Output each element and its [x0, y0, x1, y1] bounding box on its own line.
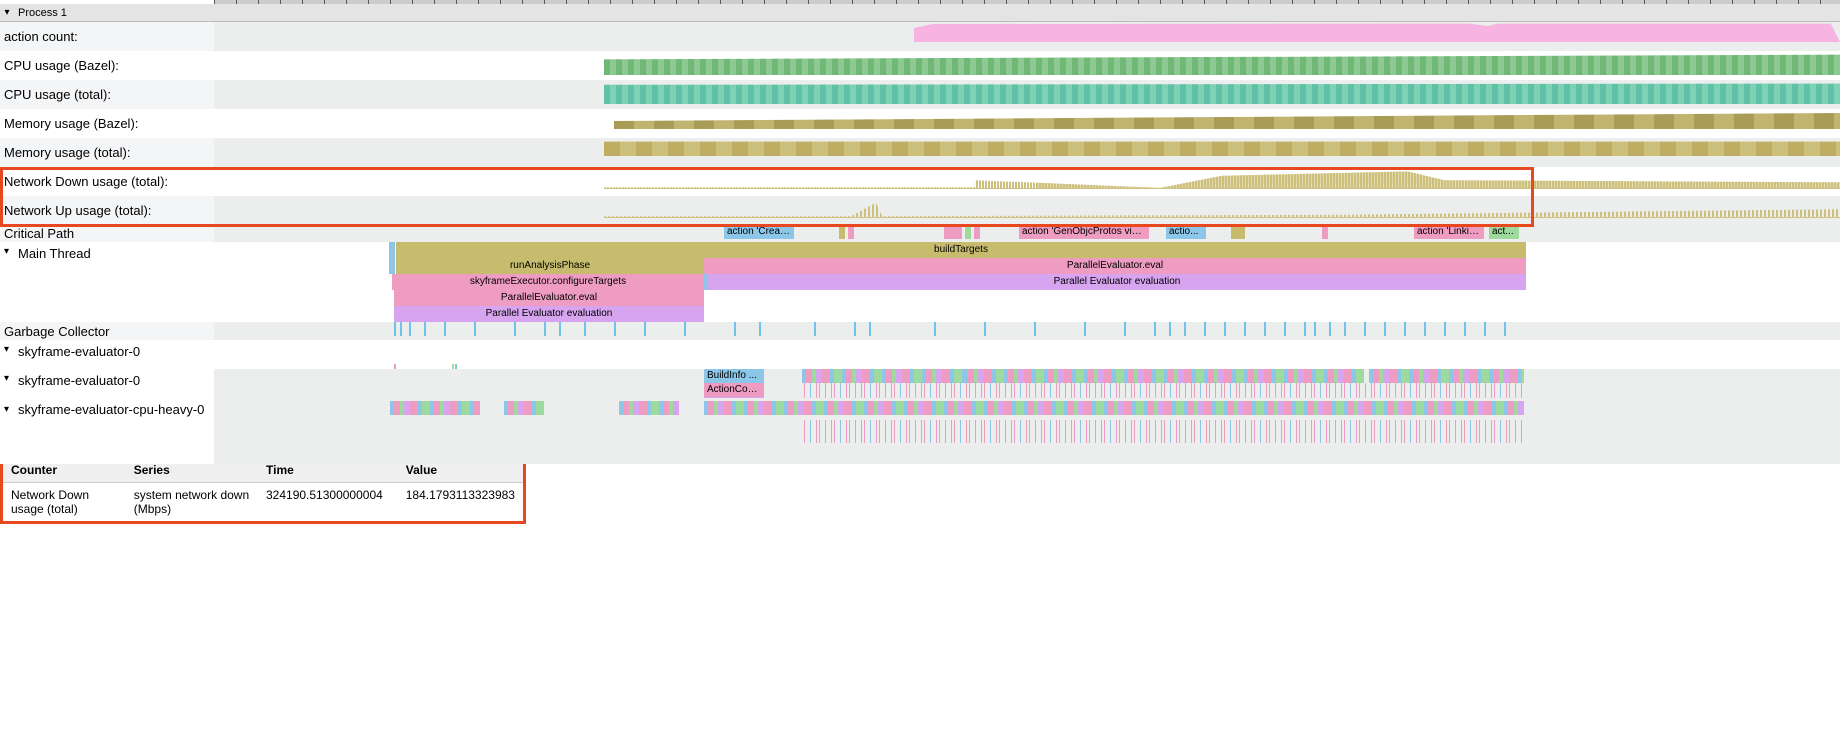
cp-block[interactable]: action 'Linking go...	[1414, 225, 1484, 239]
flame-stripes[interactable]	[619, 401, 679, 415]
cell-value: 184.1793113323983	[398, 483, 523, 522]
process-header[interactable]: ▾ Process 1	[0, 4, 1840, 22]
chevron-down-icon[interactable]: ▾	[4, 344, 18, 355]
flame-bar[interactable]: buildTargets	[396, 242, 1526, 258]
cell-series: system network down (Mbps)	[126, 483, 258, 522]
flame-stripes[interactable]	[390, 401, 480, 415]
track-action-count[interactable]: action count:	[0, 22, 1840, 51]
track-label: Garbage Collector	[0, 322, 214, 340]
track-label: Network Down usage (total):	[0, 167, 214, 196]
track-label: ▾ skyframe-evaluator-cpu-heavy-0	[0, 398, 214, 420]
track-main-thread[interactable]: ▾ Main Thread buildTargets runAnalysisPh…	[0, 242, 1840, 322]
track-label: ▾ Main Thread	[0, 242, 214, 322]
graph-cpu-total[interactable]	[604, 80, 1840, 104]
cp-block[interactable]: act...	[1489, 225, 1519, 239]
track-cpu-total[interactable]: CPU usage (total):	[0, 80, 1840, 109]
cell-counter: Network Down usage (total)	[3, 483, 126, 522]
cp-block[interactable]	[965, 225, 971, 239]
graph-net-up[interactable]	[604, 196, 1840, 218]
flame-stripes[interactable]	[704, 401, 1524, 415]
track-skyframe-eval-0b[interactable]: ▾ skyframe-evaluator-0 BuildInfo ... Act…	[0, 369, 1840, 398]
flame-bar[interactable]: ParallelEvaluator.eval	[704, 258, 1526, 274]
track-label: action count:	[0, 22, 214, 51]
cp-block[interactable]	[848, 225, 854, 239]
critical-path-blocks[interactable]: action 'Creatin... action 'GenObjcProtos…	[214, 225, 1840, 242]
track-label-text: skyframe-evaluator-0	[18, 373, 140, 388]
flame-bar[interactable]: skyframeExecutor.configureTargets	[392, 274, 704, 290]
cp-block[interactable]	[974, 225, 980, 239]
graph-action-count[interactable]	[914, 22, 1840, 42]
track-label-text: Main Thread	[18, 246, 91, 261]
track-label: Memory usage (total):	[0, 138, 214, 167]
track-critical-path[interactable]: Critical Path action 'Creatin... action …	[0, 225, 1840, 242]
chevron-down-icon[interactable]: ▾	[4, 404, 18, 415]
track-label: Critical Path	[0, 225, 214, 242]
track-skyframe-eval-0a[interactable]: ▾ skyframe-evaluator-0	[0, 340, 1840, 369]
track-mem-total[interactable]: Memory usage (total):	[0, 138, 1840, 167]
flame-bar[interactable]	[389, 242, 395, 274]
track-label-text: skyframe-evaluator-cpu-heavy-0	[18, 402, 204, 417]
graph-mem-bazel[interactable]	[614, 109, 1840, 129]
flame-stripes[interactable]	[504, 401, 544, 415]
flame-bar[interactable]: ParallelEvaluator.eval	[394, 290, 704, 306]
flame-stripes[interactable]	[964, 369, 1364, 383]
table-row[interactable]: Network Down usage (total) system networ…	[3, 483, 523, 522]
flame-bar[interactable]: ActionConti...	[704, 383, 764, 397]
track-garbage-collector[interactable]: Garbage Collector	[0, 322, 1840, 340]
flame-bar[interactable]: runAnalysisPhase	[396, 258, 704, 274]
process-label: Process 1	[14, 7, 71, 19]
chevron-down-icon[interactable]: ▾	[4, 373, 18, 384]
process-collapse-caret[interactable]: ▾	[0, 7, 14, 18]
flame-stripes[interactable]	[1369, 369, 1524, 383]
cell-time: 324190.51300000004	[258, 483, 398, 522]
track-cpu-bazel[interactable]: CPU usage (Bazel):	[0, 51, 1840, 80]
cp-block[interactable]: action 'GenObjcProtos video/...	[1019, 225, 1149, 239]
track-net-down[interactable]: Network Down usage (total):	[0, 167, 1840, 196]
flame-stripes[interactable]	[802, 369, 982, 383]
flame-bar[interactable]: Parallel Evaluator evaluation	[394, 306, 704, 322]
main-thread-flame[interactable]: buildTargets runAnalysisPhase ParallelEv…	[214, 242, 1840, 322]
cp-block[interactable]: action 'Creatin...	[724, 225, 794, 239]
track-mem-bazel[interactable]: Memory usage (Bazel):	[0, 109, 1840, 138]
graph-cpu-bazel[interactable]	[604, 51, 1840, 75]
track-label-text: skyframe-evaluator-0	[18, 344, 140, 359]
cp-block[interactable]: actio...	[1166, 225, 1206, 239]
cp-block[interactable]	[839, 225, 845, 239]
flame-bar[interactable]: Parallel Evaluator evaluation	[708, 274, 1526, 290]
cp-block[interactable]	[1322, 225, 1328, 239]
track-net-up[interactable]: Network Up usage (total):	[0, 196, 1840, 225]
cp-block[interactable]	[1231, 225, 1245, 239]
graph-net-down[interactable]	[604, 167, 1840, 189]
cp-block[interactable]	[944, 225, 962, 239]
track-label: Memory usage (Bazel):	[0, 109, 214, 138]
detail-table-highlight: Counter Series Time Value Network Down u…	[0, 455, 526, 524]
track-label: Network Up usage (total):	[0, 196, 214, 225]
track-label: CPU usage (Bazel):	[0, 51, 214, 80]
chevron-down-icon[interactable]: ▾	[4, 246, 18, 257]
tracks-area: action count: CPU usage (Bazel): CPU usa…	[0, 22, 1840, 427]
gc-ticks[interactable]	[214, 322, 1840, 340]
graph-mem-total[interactable]	[604, 138, 1840, 156]
flame-bar[interactable]: BuildInfo ...	[704, 369, 764, 383]
counter-sample-table: Counter Series Time Value Network Down u…	[3, 458, 523, 521]
track-label: CPU usage (total):	[0, 80, 214, 109]
